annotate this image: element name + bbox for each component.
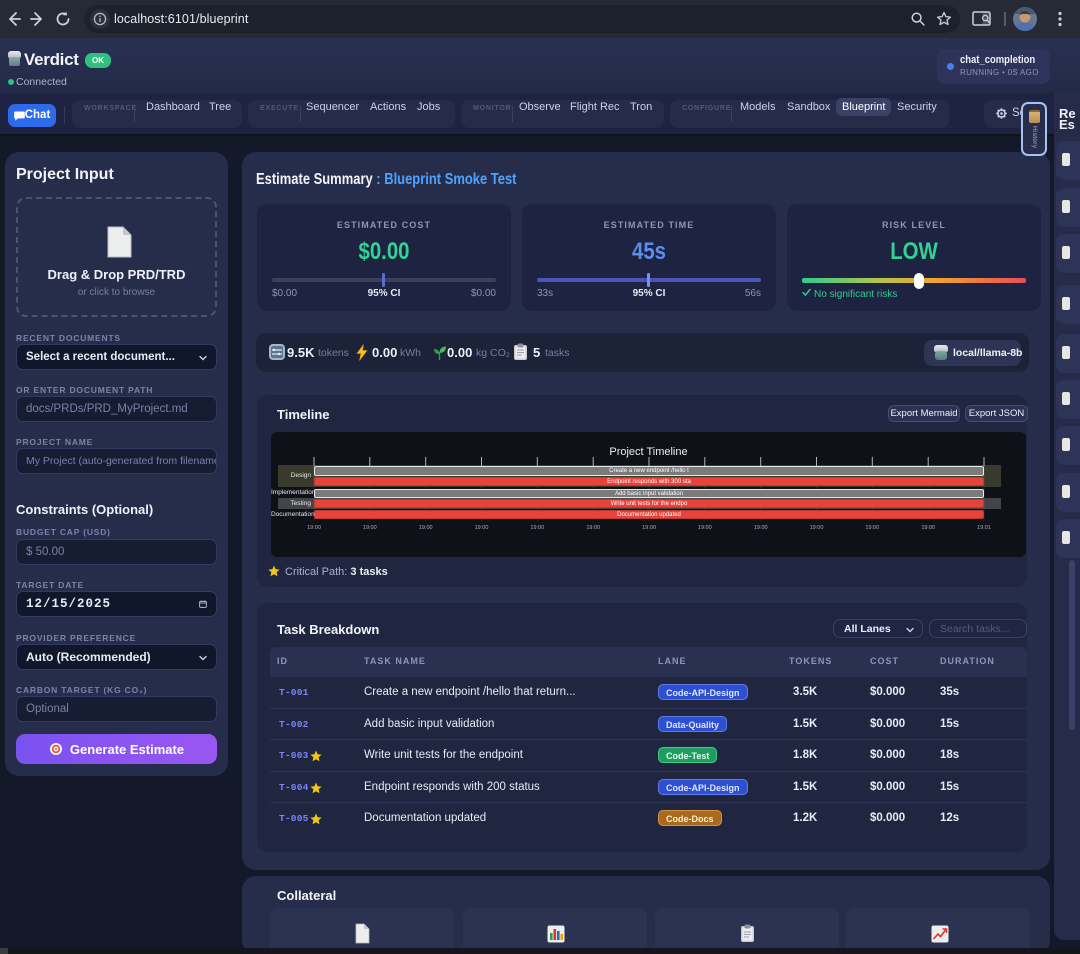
svg-text:19:00: 19:00 — [586, 525, 600, 531]
svg-text:19:00: 19:00 — [530, 525, 544, 531]
svg-text:19:00: 19:00 — [754, 525, 768, 531]
svg-text:19:01: 19:01 — [977, 525, 991, 531]
svg-text:19:00: 19:00 — [363, 525, 377, 531]
svg-text:19:00: 19:00 — [865, 525, 879, 531]
svg-text:19:00: 19:00 — [921, 525, 935, 531]
svg-text:19:00: 19:00 — [642, 525, 656, 531]
svg-text:19:00: 19:00 — [307, 525, 321, 531]
svg-text:19:00: 19:00 — [810, 525, 824, 531]
svg-text:19:00: 19:00 — [698, 525, 712, 531]
svg-text:19:00: 19:00 — [475, 525, 489, 531]
svg-text:19:00: 19:00 — [419, 525, 433, 531]
